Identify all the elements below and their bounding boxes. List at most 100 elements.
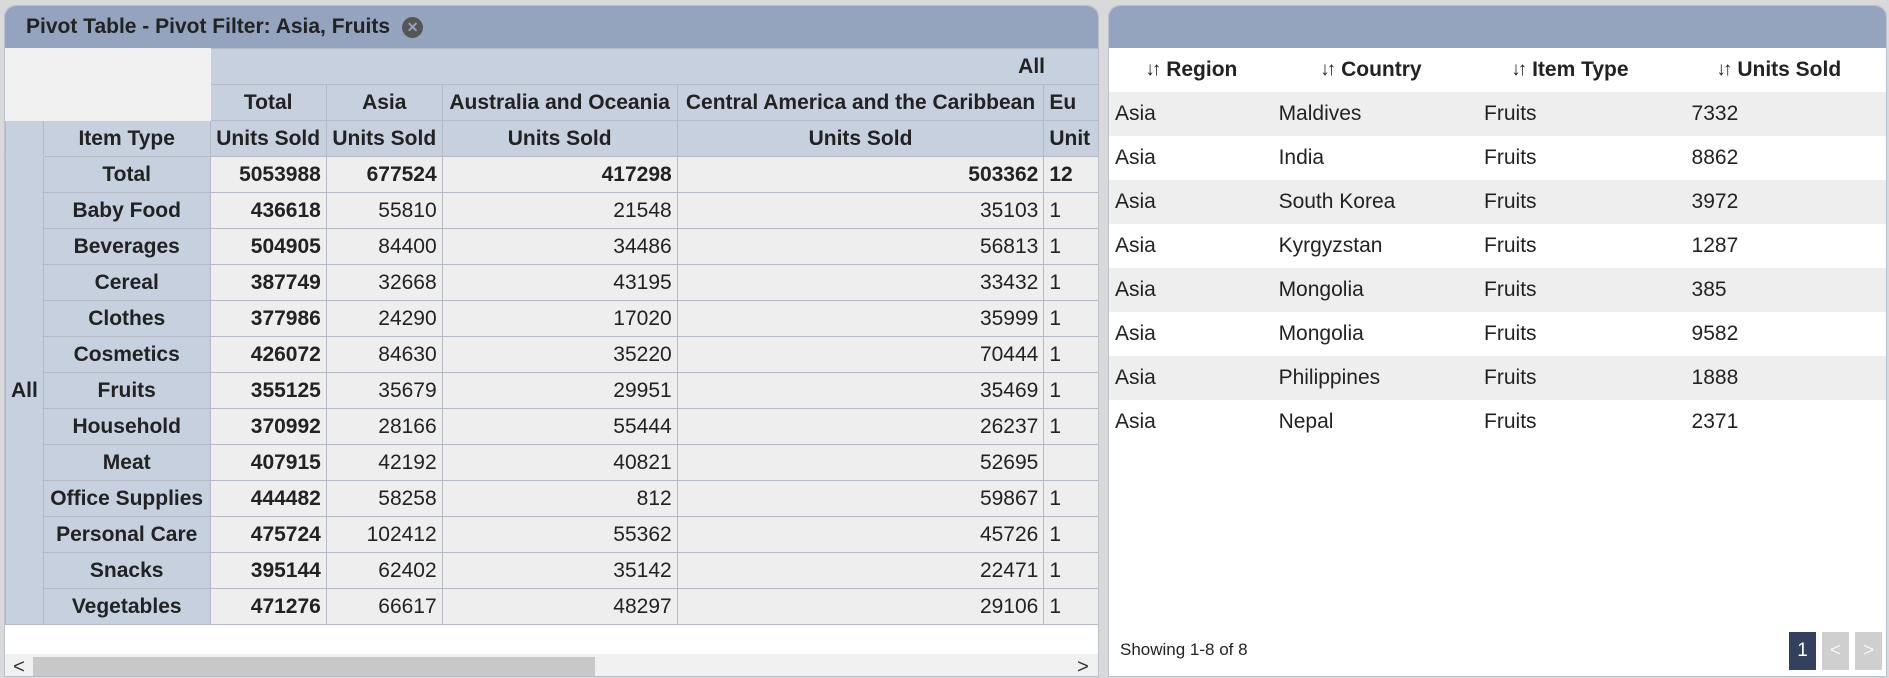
pivot-cell[interactable]: 84630 — [325, 336, 443, 373]
pivot-cell[interactable]: 504905 — [209, 228, 327, 265]
pivot-cell[interactable]: 59867 — [676, 480, 1045, 517]
table-row[interactable]: Asia Mongolia Fruits 385 — [1109, 268, 1886, 312]
pivot-cell[interactable]: 55810 — [325, 192, 443, 229]
pivot-cell[interactable]: 26237 — [676, 408, 1045, 445]
row-field-header[interactable]: Item Type — [42, 120, 211, 157]
pivot-cell[interactable]: 1 — [1043, 300, 1098, 337]
row-label[interactable]: Personal Care — [42, 516, 211, 553]
pivot-cell[interactable]: 29951 — [441, 372, 678, 409]
row-label[interactable]: Clothes — [42, 300, 211, 337]
table-row[interactable]: Asia Philippines Fruits 1888 — [1109, 356, 1886, 400]
pivot-cell[interactable]: 55362 — [441, 516, 678, 553]
page-1-button[interactable]: 1 — [1789, 632, 1816, 670]
row-label[interactable]: Total — [42, 156, 211, 193]
sort-icon[interactable]: ↓↑ — [1145, 59, 1161, 81]
pivot-grid[interactable]: All Total Asia Australia and Oceania Centra… — [5, 48, 1098, 626]
pivot-cell[interactable]: 56813 — [676, 228, 1045, 265]
pivot-cell[interactable]: 42192 — [325, 444, 443, 481]
sort-icon[interactable]: ↓↑ — [1511, 59, 1527, 81]
pivot-cell[interactable]: 32668 — [325, 264, 443, 301]
pivot-cell[interactable]: 58258 — [325, 480, 443, 517]
pivot-cell[interactable]: 1 — [1043, 264, 1098, 301]
pivot-cell[interactable]: 444482 — [209, 480, 327, 517]
sort-icon[interactable]: ↓↑ — [1320, 59, 1336, 81]
col-header[interactable]: Asia — [325, 84, 443, 121]
pivot-cell[interactable]: 33432 — [676, 264, 1045, 301]
pivot-cell[interactable]: 436618 — [209, 192, 327, 229]
horizontal-scrollbar[interactable]: < > — [5, 654, 1098, 676]
table-row[interactable]: Asia India Fruits 8862 — [1109, 136, 1886, 180]
pivot-cell[interactable]: 1 — [1043, 480, 1098, 517]
pivot-cell[interactable] — [1043, 444, 1098, 481]
pivot-cell[interactable]: 1 — [1043, 516, 1098, 553]
row-label[interactable]: Cereal — [42, 264, 211, 301]
table-row[interactable]: Asia Kyrgyzstan Fruits 1287 — [1109, 224, 1886, 268]
pivot-cell[interactable]: 28166 — [325, 408, 443, 445]
pivot-cell[interactable]: 43195 — [441, 264, 678, 301]
row-group-header[interactable]: All — [5, 156, 44, 625]
pivot-cell[interactable]: 24290 — [325, 300, 443, 337]
next-page-button[interactable]: > — [1855, 632, 1882, 670]
pivot-cell[interactable]: 377986 — [209, 300, 327, 337]
pivot-cell[interactable]: 52695 — [676, 444, 1045, 481]
pivot-cell[interactable]: 35469 — [676, 372, 1045, 409]
pivot-cell[interactable]: 35142 — [441, 552, 678, 589]
pivot-cell[interactable]: 35999 — [676, 300, 1045, 337]
pivot-cell[interactable]: 1 — [1043, 336, 1098, 373]
row-label[interactable]: Cosmetics — [42, 336, 211, 373]
pivot-cell[interactable]: 70444 — [676, 336, 1045, 373]
pivot-cell[interactable]: 1 — [1043, 228, 1098, 265]
scroll-left-icon[interactable]: < — [9, 656, 29, 676]
pivot-cell[interactable]: 45726 — [676, 516, 1045, 553]
pivot-cell[interactable]: 1 — [1043, 372, 1098, 409]
row-label[interactable]: Beverages — [42, 228, 211, 265]
pivot-cell[interactable]: 475724 — [209, 516, 327, 553]
pivot-cell[interactable]: 5053988 — [209, 156, 327, 193]
row-label[interactable]: Fruits — [42, 372, 211, 409]
row-label[interactable]: Baby Food — [42, 192, 211, 229]
pivot-cell[interactable]: 22471 — [676, 552, 1045, 589]
col-group-header[interactable]: All — [209, 48, 1098, 85]
prev-page-button[interactable]: < — [1822, 632, 1849, 670]
pivot-cell[interactable]: 407915 — [209, 444, 327, 481]
pivot-cell[interactable]: 355125 — [209, 372, 327, 409]
pivot-cell[interactable]: 677524 — [325, 156, 443, 193]
table-row[interactable]: Asia Maldives Fruits 7332 — [1109, 92, 1886, 136]
column-header[interactable]: ↓↑ Country — [1274, 58, 1469, 82]
sort-icon[interactable]: ↓↑ — [1716, 59, 1732, 81]
pivot-cell[interactable]: 21548 — [441, 192, 678, 229]
column-header[interactable]: ↓↑ Item Type — [1468, 58, 1671, 82]
pivot-cell[interactable]: 1 — [1043, 192, 1098, 229]
row-label[interactable]: Snacks — [42, 552, 211, 589]
pivot-cell[interactable]: 29106 — [676, 588, 1045, 625]
pivot-cell[interactable]: 370992 — [209, 408, 327, 445]
pivot-cell[interactable]: 417298 — [441, 156, 678, 193]
pivot-cell[interactable]: 12 — [1043, 156, 1098, 193]
pivot-cell[interactable]: 17020 — [441, 300, 678, 337]
scrollbar-thumb[interactable] — [33, 657, 595, 676]
pivot-cell[interactable]: 426072 — [209, 336, 327, 373]
row-label[interactable]: Office Supplies — [42, 480, 211, 517]
pivot-cell[interactable]: 471276 — [209, 588, 327, 625]
pivot-cell[interactable]: 503362 — [676, 156, 1045, 193]
pivot-cell[interactable]: 40821 — [441, 444, 678, 481]
col-header[interactable]: Central America and the Caribbean — [676, 84, 1045, 121]
scroll-right-icon[interactable]: > — [1073, 656, 1093, 676]
column-header[interactable]: ↓↑ Region — [1109, 58, 1274, 82]
column-header[interactable]: ↓↑ Units Sold — [1672, 58, 1886, 82]
row-label[interactable]: Meat — [42, 444, 211, 481]
pivot-cell[interactable]: 387749 — [209, 264, 327, 301]
pivot-cell[interactable]: 66617 — [325, 588, 443, 625]
pivot-cell[interactable]: 1 — [1043, 588, 1098, 625]
row-label[interactable]: Vegetables — [42, 588, 211, 625]
pivot-cell[interactable]: 48297 — [441, 588, 678, 625]
close-icon[interactable]: ✕ — [402, 16, 424, 38]
pivot-cell[interactable]: 34486 — [441, 228, 678, 265]
table-row[interactable]: Asia Mongolia Fruits 9582 — [1109, 312, 1886, 356]
pivot-cell[interactable]: 35103 — [676, 192, 1045, 229]
table-row[interactable]: Asia South Korea Fruits 3972 — [1109, 180, 1886, 224]
pivot-cell[interactable]: 1 — [1043, 552, 1098, 589]
col-header[interactable]: Australia and Oceania — [441, 84, 678, 121]
pivot-cell[interactable]: 1 — [1043, 408, 1098, 445]
pivot-cell[interactable]: 84400 — [325, 228, 443, 265]
